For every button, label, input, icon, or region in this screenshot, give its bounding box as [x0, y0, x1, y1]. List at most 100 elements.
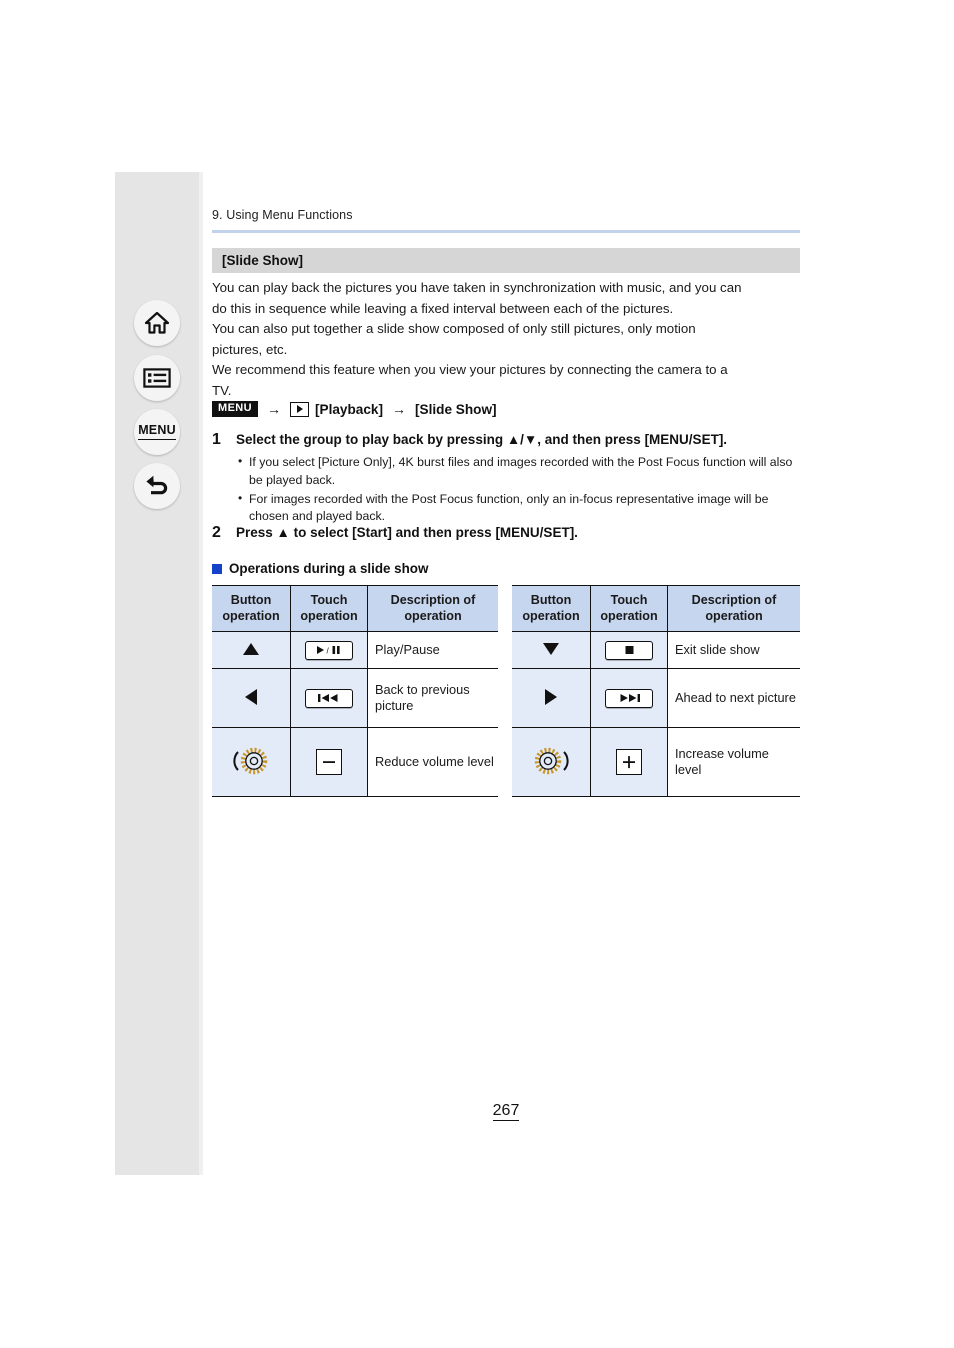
step-2-text: Press ▲ to select [Start] and then press… — [236, 525, 578, 540]
cell-button-operation — [512, 727, 591, 798]
operations-table-right: Button operation Touch operation Descrip… — [512, 584, 800, 798]
arrow-down-icon — [543, 642, 559, 655]
header-button-operation: Button operation — [512, 584, 591, 633]
header-button-operation: Button operation — [212, 584, 291, 633]
step-1-bullet-2: For images recorded with the Post Focus … — [238, 490, 804, 527]
cell-button-operation — [212, 668, 291, 729]
step-1-bullets: If you select [Picture Only], 4K burst f… — [238, 453, 804, 527]
header-desc-line1: Description of — [390, 593, 476, 607]
cell-touch-operation — [590, 668, 668, 729]
table-header-row: Button operation Touch operation Descrip… — [512, 584, 800, 633]
header-touch-operation: Touch operation — [290, 584, 368, 633]
stop-icon[interactable] — [605, 640, 653, 660]
cell-description: Exit slide show — [667, 631, 800, 670]
header-button-line2: operation — [522, 609, 580, 624]
minus-icon[interactable] — [316, 749, 342, 776]
operations-heading-label: Operations during a slide show — [229, 561, 429, 576]
menu-icon: MENU — [138, 424, 176, 440]
cell-description: Back to previous picture — [367, 668, 498, 729]
intro-line-6: TV. — [212, 383, 232, 399]
menu-badge: MENU — [212, 401, 258, 417]
square-bullet-icon — [212, 563, 222, 574]
cell-description: Play/Pause — [367, 631, 498, 670]
path-arrow-1: → — [267, 401, 281, 417]
cell-button-operation — [212, 727, 291, 798]
step-2: 2 Press ▲ to select [Start] and then pre… — [212, 524, 804, 543]
intro-line-5: We recommend this feature when you view … — [212, 362, 728, 378]
chapter-rule — [212, 230, 800, 233]
cell-description: Ahead to next picture — [667, 668, 800, 729]
header-desc-line2: operation — [404, 609, 462, 624]
home-button-circle[interactable] — [134, 300, 180, 346]
intro-paragraph: You can play back the pictures you have … — [212, 278, 804, 402]
menu-path: MENU → [Playback] → [Slide Show] — [212, 401, 497, 417]
contents-button-circle[interactable] — [134, 355, 180, 401]
section-title-bar: [Slide Show] — [212, 248, 800, 273]
next-track-icon[interactable] — [605, 688, 653, 708]
table-row: Ahead to next picture — [512, 668, 800, 729]
playback-icon — [290, 401, 309, 417]
cell-touch-operation: / — [290, 631, 368, 670]
home-icon — [144, 311, 170, 334]
sidebar-panel-edge — [199, 172, 203, 1175]
dial-right-icon — [531, 745, 571, 777]
arrow-left-icon — [245, 688, 257, 705]
cell-touch-operation — [590, 727, 668, 798]
slideshow-label: [Slide Show] — [415, 401, 497, 417]
sidebar-item-menu[interactable]: MENU — [115, 404, 199, 460]
chapter-title: 9. Using Menu Functions — [212, 208, 353, 222]
cell-touch-operation — [590, 631, 668, 670]
arrow-up-icon — [243, 642, 259, 655]
page-number: 267 — [212, 1102, 800, 1121]
header-button-line2: operation — [222, 609, 280, 624]
cell-button-operation — [512, 668, 591, 729]
page-number-value: 267 — [492, 1102, 520, 1121]
svg-text:/: / — [327, 647, 330, 656]
table-row: / Play/Pause — [212, 631, 498, 670]
intro-line-3: You can also put together a slide show c… — [212, 321, 696, 337]
header-touch-operation: Touch operation — [590, 584, 668, 633]
cell-description: Reduce volume level — [367, 727, 498, 798]
step-2-number: 2 — [212, 524, 221, 541]
sidebar-item-home[interactable] — [115, 295, 199, 351]
header-touch-line1: Touch — [610, 593, 648, 607]
header-button-line1: Button — [230, 593, 272, 607]
cell-button-operation — [512, 631, 591, 670]
table-row: Increase volume level — [512, 727, 800, 798]
header-desc-line1: Description of — [691, 593, 777, 607]
sidebar-item-contents[interactable] — [115, 350, 199, 406]
intro-line-2: do this in sequence while leaving a fixe… — [212, 300, 674, 316]
sidebar-item-back[interactable] — [115, 458, 199, 514]
header-button-line1: Button — [530, 593, 572, 607]
dial-left-icon — [231, 745, 271, 777]
section-title: [Slide Show] — [222, 253, 303, 268]
back-button-circle[interactable] — [134, 463, 180, 509]
header-desc-line2: operation — [705, 609, 763, 624]
header-description: Description of operation — [367, 584, 498, 633]
step-1: 1 Select the group to play back by press… — [212, 431, 804, 527]
cell-touch-operation — [290, 668, 368, 729]
cell-description: Increase volume level — [667, 727, 800, 798]
previous-track-icon[interactable] — [305, 688, 353, 708]
contents-icon — [143, 368, 171, 388]
arrow-right-icon — [545, 688, 557, 705]
operations-heading: Operations during a slide show — [212, 561, 428, 576]
play-pause-icon[interactable]: / — [305, 640, 353, 660]
intro-line-1: You can play back the pictures you have … — [212, 280, 742, 295]
operations-table-left: Button operation Touch operation Descrip… — [212, 584, 498, 798]
step-1-text: Select the group to play back by pressin… — [236, 432, 728, 447]
back-icon — [146, 475, 168, 495]
header-description: Description of operation — [667, 584, 800, 633]
playback-label: [Playback] — [315, 401, 384, 417]
intro-line-4: pictures, etc. — [212, 341, 288, 357]
menu-button-circle[interactable]: MENU — [134, 409, 180, 455]
cell-touch-operation — [290, 727, 368, 798]
table-header-row: Button operation Touch operation Descrip… — [212, 584, 498, 633]
plus-icon[interactable] — [616, 749, 642, 776]
cell-button-operation — [212, 631, 291, 670]
step-1-number: 1 — [212, 431, 221, 448]
table-row: Reduce volume level — [212, 727, 498, 798]
step-1-bullet-1: If you select [Picture Only], 4K burst f… — [238, 453, 804, 490]
table-row: Back to previous picture — [212, 668, 498, 729]
path-arrow-2: → — [392, 401, 407, 417]
